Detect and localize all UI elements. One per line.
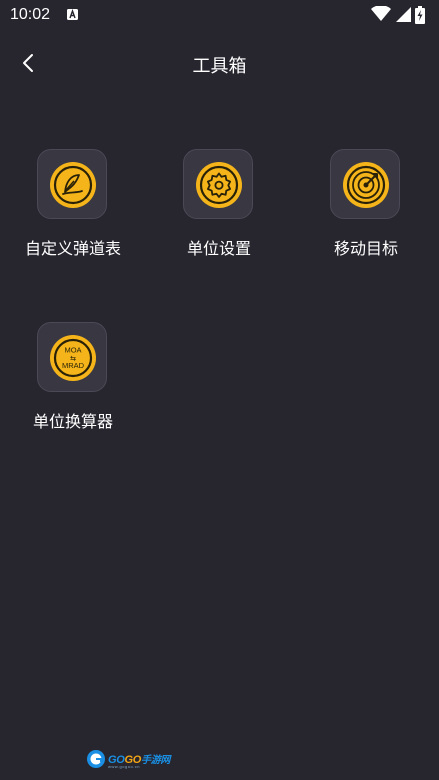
converter-text-bottom: MRAD (62, 361, 85, 370)
tool-label: 移动目标 (333, 239, 398, 258)
status-icons (371, 6, 431, 24)
gear-icon (196, 162, 242, 208)
watermark-logo: GOGO手游网 www.gogoo.cn (86, 748, 176, 770)
signal-icon (396, 7, 411, 22)
gogo-logo-icon (87, 750, 105, 768)
tool-label: 单位换算器 (32, 412, 113, 431)
tool-unit-settings[interactable]: 单位设置 (159, 149, 279, 259)
header: 工具箱 (0, 40, 439, 86)
status-time: 10:02 (10, 6, 51, 23)
moa-mrad-converter-icon: MOA ⇆ MRAD (50, 335, 96, 381)
tool-custom-ballistic-table[interactable]: 自定义弹道表 (13, 149, 133, 259)
tool-tile: MOA ⇆ MRAD (37, 322, 107, 392)
wifi-icon (371, 6, 391, 21)
battery-charging-icon (415, 6, 425, 24)
watermark-cn: 手游网 (141, 755, 171, 766)
tool-label: 单位设置 (186, 239, 251, 258)
tool-tile (330, 149, 400, 219)
tool-tile (37, 149, 107, 219)
tool-label: 自定义弹道表 (24, 239, 121, 258)
watermark-subtext: www.gogoo.cn (108, 764, 141, 769)
feather-quill-icon (50, 162, 96, 208)
page-title: 工具箱 (192, 56, 247, 77)
notification-a-icon (67, 9, 78, 20)
target-arrow-icon (343, 162, 389, 208)
tool-tile (183, 149, 253, 219)
tool-moving-target[interactable]: 移动目标 (306, 149, 426, 259)
status-bar: 10:02 (0, 0, 439, 30)
converter-text-top: MOA (64, 346, 81, 355)
tool-unit-converter[interactable]: MOA ⇆ MRAD 单位换算器 (13, 322, 133, 432)
